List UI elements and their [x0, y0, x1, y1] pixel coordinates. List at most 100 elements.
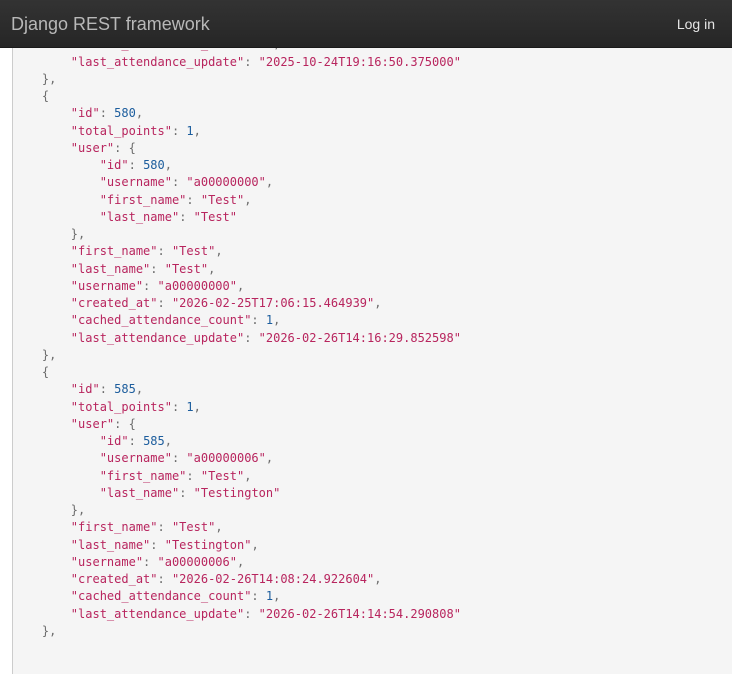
json-number: 580 [143, 158, 165, 172]
json-line: { [13, 364, 461, 381]
json-punct: , [244, 468, 252, 483]
left-gutter [0, 0, 12, 674]
json-punct: : [143, 554, 158, 569]
json-line: "created_at": "2026-02-25T17:06:15.46493… [13, 295, 461, 312]
json-number: 1 [186, 399, 194, 414]
json-punct: , [208, 261, 216, 276]
json-punct: : [157, 572, 172, 586]
json-key: "last_name" [70, 261, 151, 276]
json-key: "last_name" [99, 485, 180, 500]
json-key: "id" [99, 158, 129, 172]
json-string: "Testington" [164, 537, 252, 552]
json-punct: : { [114, 140, 136, 155]
json-line: "last_attendance_update": "2025-10-24T19… [13, 54, 461, 71]
json-number: 580 [114, 106, 136, 121]
json-punct: , [374, 296, 382, 310]
json-punct: : { [114, 416, 136, 431]
json-punct: { [41, 89, 50, 103]
json-number: 585 [114, 382, 136, 397]
json-line: "last_name": "Test", [13, 261, 461, 278]
json-key: "id" [70, 382, 100, 397]
app-window: "created_at": "2025-09-20T19:17:13.15027… [0, 0, 732, 674]
json-line: "id": 585, [13, 381, 461, 398]
json-response-panel[interactable]: "created_at": "2025-09-20T19:17:13.15027… [12, 0, 732, 674]
json-key: "username" [99, 175, 172, 190]
json-line: "user": { [13, 416, 461, 433]
json-key: "username" [99, 451, 172, 466]
json-punct: : [157, 296, 172, 310]
json-key: "first_name" [70, 244, 158, 259]
json-punct: , [236, 554, 245, 569]
login-link[interactable]: Log in [677, 15, 715, 33]
json-punct: : [171, 175, 187, 190]
json-line: "id": 580, [13, 105, 461, 122]
json-line: "first_name": "Test", [13, 519, 461, 536]
json-line: }, [13, 623, 461, 640]
json-punct: , [265, 175, 274, 190]
json-line: }, [13, 347, 461, 364]
json-key: "last_name" [99, 209, 180, 224]
json-punct: , [251, 537, 259, 552]
json-response-body: "created_at": "2025-09-20T19:17:13.15027… [13, 19, 461, 640]
json-punct: : [157, 520, 172, 535]
json-key: "created_at" [70, 572, 158, 586]
json-line: "username": "a00000006", [13, 450, 461, 467]
json-punct: : [171, 451, 187, 466]
json-punct: }, [41, 347, 57, 362]
json-key: "first_name" [70, 520, 158, 535]
json-string: "2026-02-26T14:16:29.852598" [258, 330, 461, 345]
json-line: "total_points": 1, [13, 399, 461, 416]
json-string: "2026-02-26T14:08:24.922604" [171, 572, 375, 586]
json-punct: }, [41, 623, 57, 638]
json-punct: , [236, 278, 245, 293]
json-string: "a00000000" [157, 278, 237, 293]
json-punct: , [164, 434, 172, 448]
json-key: "username" [70, 554, 144, 569]
json-string: "2025-10-24T19:16:50.375000" [258, 54, 461, 69]
json-string: "Test" [193, 209, 237, 224]
json-line: "last_attendance_update": "2026-02-26T14… [13, 606, 461, 623]
top-navbar: Django REST framework Log in [0, 0, 732, 48]
json-punct: : [244, 330, 259, 345]
json-line: "username": "a00000006", [13, 554, 461, 571]
json-punct: , [374, 572, 382, 586]
brand-link[interactable]: Django REST framework [11, 13, 210, 35]
json-punct: : [179, 209, 194, 224]
json-key: "total_points" [70, 399, 172, 414]
json-string: "Test" [200, 468, 245, 483]
json-line: }, [13, 71, 461, 88]
json-punct: : [171, 399, 187, 414]
json-line: "last_name": "Testington", [13, 537, 461, 554]
json-punct: : [99, 106, 115, 121]
json-string: "Testington" [193, 485, 281, 500]
json-line: "user": { [13, 140, 461, 157]
json-key: "last_attendance_update" [70, 606, 245, 621]
json-punct: : [244, 54, 259, 69]
json-punct: : [150, 261, 165, 276]
json-string: "Test" [171, 244, 216, 259]
json-line: "last_name": "Test" [13, 209, 461, 226]
json-punct: : [157, 244, 172, 259]
json-key: "username" [70, 278, 144, 293]
json-key: "last_attendance_update" [70, 54, 245, 69]
